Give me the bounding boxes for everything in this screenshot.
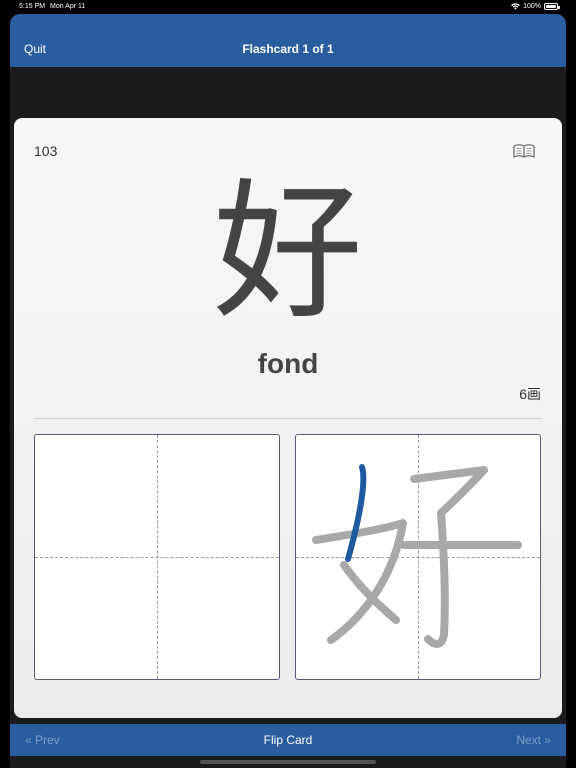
stroke-guide xyxy=(424,509,449,648)
next-button[interactable]: Next » xyxy=(516,733,551,747)
stroke-order-panel[interactable] xyxy=(295,434,541,680)
flip-card-area: Flip Card xyxy=(10,733,566,747)
home-indicator xyxy=(200,760,376,764)
nav-bar: Quit Flashcard 1 of 1 xyxy=(10,14,566,67)
flashcard: 103 好 fond 6画 xyxy=(14,118,562,718)
status-time: 5:15 PM xyxy=(19,3,46,10)
stroke-active xyxy=(345,464,367,562)
bottom-toolbar: « Prev Flip Card Next » xyxy=(10,724,566,756)
battery-icon xyxy=(544,3,560,10)
page-title: Flashcard 1 of 1 xyxy=(242,42,334,56)
flip-card-button[interactable]: Flip Card xyxy=(264,733,313,747)
stroke-guide xyxy=(410,466,488,517)
status-indicators: 100% xyxy=(511,3,560,10)
card-number: 103 xyxy=(34,143,58,159)
stroke-count: 6画 xyxy=(519,386,541,402)
divider xyxy=(34,418,542,419)
drawing-canvas[interactable] xyxy=(34,434,280,680)
wifi-icon xyxy=(511,3,520,10)
stroke-order-diagram xyxy=(312,464,522,648)
battery-percent: 100% xyxy=(523,3,541,10)
kanji-meaning: fond xyxy=(257,348,319,379)
app-window: Quit Flashcard 1 of 1 103 好 fond 6画 « Pr… xyxy=(10,14,566,768)
book-icon[interactable] xyxy=(513,143,535,159)
kanji-character: 好 xyxy=(212,166,363,340)
status-bar: 5:15 PM Mon Apr 11 100% xyxy=(0,0,576,14)
status-date: Mon Apr 11 xyxy=(50,3,86,10)
guide-line-horizontal xyxy=(35,557,279,558)
